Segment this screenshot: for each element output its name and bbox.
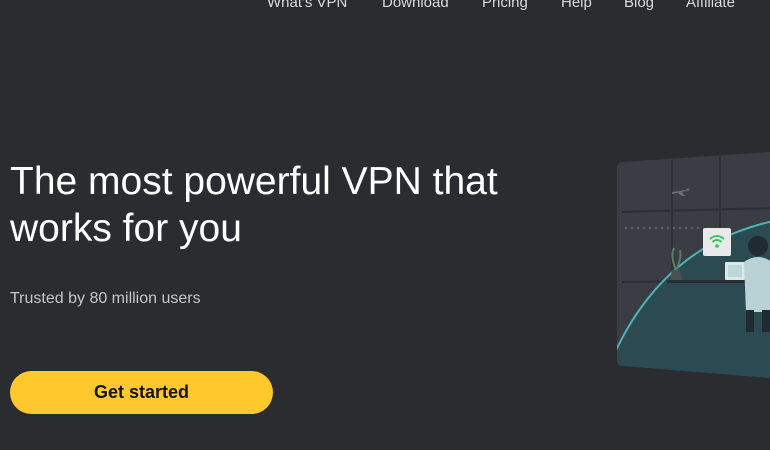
nav-link-whats-vpn[interactable]: What's VPN (267, 0, 347, 12)
nav-link-pricing[interactable]: Pricing (482, 0, 528, 12)
wifi-icon (703, 228, 731, 256)
nav-link-affiliate[interactable]: Affiliate (686, 0, 735, 12)
laptop-icon (725, 262, 745, 280)
hero-illustration (612, 152, 770, 384)
nav-link-blog[interactable]: Blog (624, 0, 654, 12)
hero-title: The most powerful VPN that works for you (10, 160, 498, 250)
top-navigation: What's VPN Download Pricing Help Blog Af… (0, 0, 770, 16)
nav-link-help[interactable]: Help (561, 0, 592, 12)
nav-link-download[interactable]: Download (382, 0, 449, 12)
hero-subtitle: Trusted by 80 million users (10, 290, 201, 307)
hero-illustration-svg (617, 152, 770, 378)
get-started-button[interactable]: Get started (10, 371, 273, 414)
